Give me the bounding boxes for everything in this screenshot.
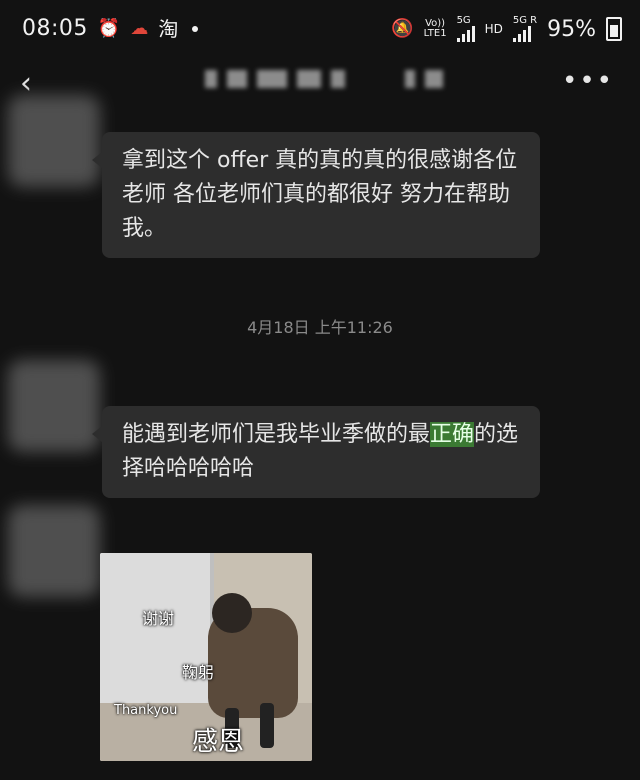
avatar[interactable] — [8, 360, 100, 452]
message-bubble[interactable]: 能遇到老师们是我毕业季做的最正确的选择哈哈哈哈哈 — [92, 406, 540, 498]
sticker-child-head — [212, 593, 252, 633]
alarm-icon: ⏰ — [97, 17, 121, 39]
signal-2: 5G R — [512, 15, 538, 42]
redaction-block — [205, 70, 217, 88]
net1-label: 5G — [456, 15, 471, 26]
more-dots-icon[interactable]: ••• — [562, 66, 614, 96]
redaction-block — [405, 70, 415, 88]
notification-dot — [192, 25, 199, 32]
highlighted-text: 正确 — [430, 422, 475, 447]
redaction-block — [227, 70, 247, 88]
lte-label: LTE1 — [423, 28, 447, 39]
redaction-block — [297, 70, 321, 88]
roaming-label: R — [530, 15, 538, 26]
redaction-block — [257, 70, 287, 88]
signal-bars-1-icon — [456, 26, 475, 42]
signal-1: 5G — [456, 15, 475, 42]
battery-percent: 95% — [547, 16, 596, 42]
status-time: 08:05 — [22, 16, 88, 41]
signal-bars-2-icon — [512, 26, 531, 42]
weather-icon: ☁ — [130, 17, 149, 39]
net2-label: 5G — [512, 15, 527, 26]
battery-icon — [606, 17, 622, 41]
status-bar: 08:05 ⏰ ☁ 淘 🔕 Vo)) LTE1 5G HD 5G R 95% — [0, 0, 640, 60]
avatar[interactable] — [8, 505, 100, 597]
message-bubble[interactable]: 拿到这个 offer 真的真的真的很感谢各位老师 各位老师们真的都很好 努力在帮… — [92, 132, 540, 258]
sticker-text: 谢谢 — [142, 609, 175, 628]
message-timestamp: 4月18日 上午11:26 — [247, 318, 393, 337]
taobao-icon: 淘 — [158, 16, 179, 41]
message-text: 拿到这个 offer 真的真的真的很感谢各位老师 各位老师们真的都很好 努力在帮… — [122, 148, 518, 241]
hd-label: HD — [484, 22, 503, 36]
wifi-volte: Vo)) LTE1 — [424, 19, 447, 39]
redaction-block — [331, 70, 345, 88]
sticker-text: Thankyou — [114, 703, 178, 718]
message-text-part: 能遇到老师们是我毕业季做的最 — [122, 422, 431, 447]
sticker-image[interactable]: 谢谢 鞠躬 Thankyou 感恩 — [100, 553, 312, 761]
redaction-block — [425, 70, 443, 88]
sticker-text: 鞠躬 — [182, 663, 215, 682]
avatar[interactable] — [8, 95, 100, 187]
sticker-child-leg — [260, 703, 274, 748]
sticker-text: 感恩 — [192, 727, 245, 757]
status-left: 08:05 ⏰ ☁ 淘 — [22, 16, 199, 41]
status-right: 🔕 Vo)) LTE1 5G HD 5G R 95% — [391, 16, 622, 42]
chat-title-redacted — [205, 70, 443, 88]
mute-icon: 🔕 — [391, 18, 414, 39]
